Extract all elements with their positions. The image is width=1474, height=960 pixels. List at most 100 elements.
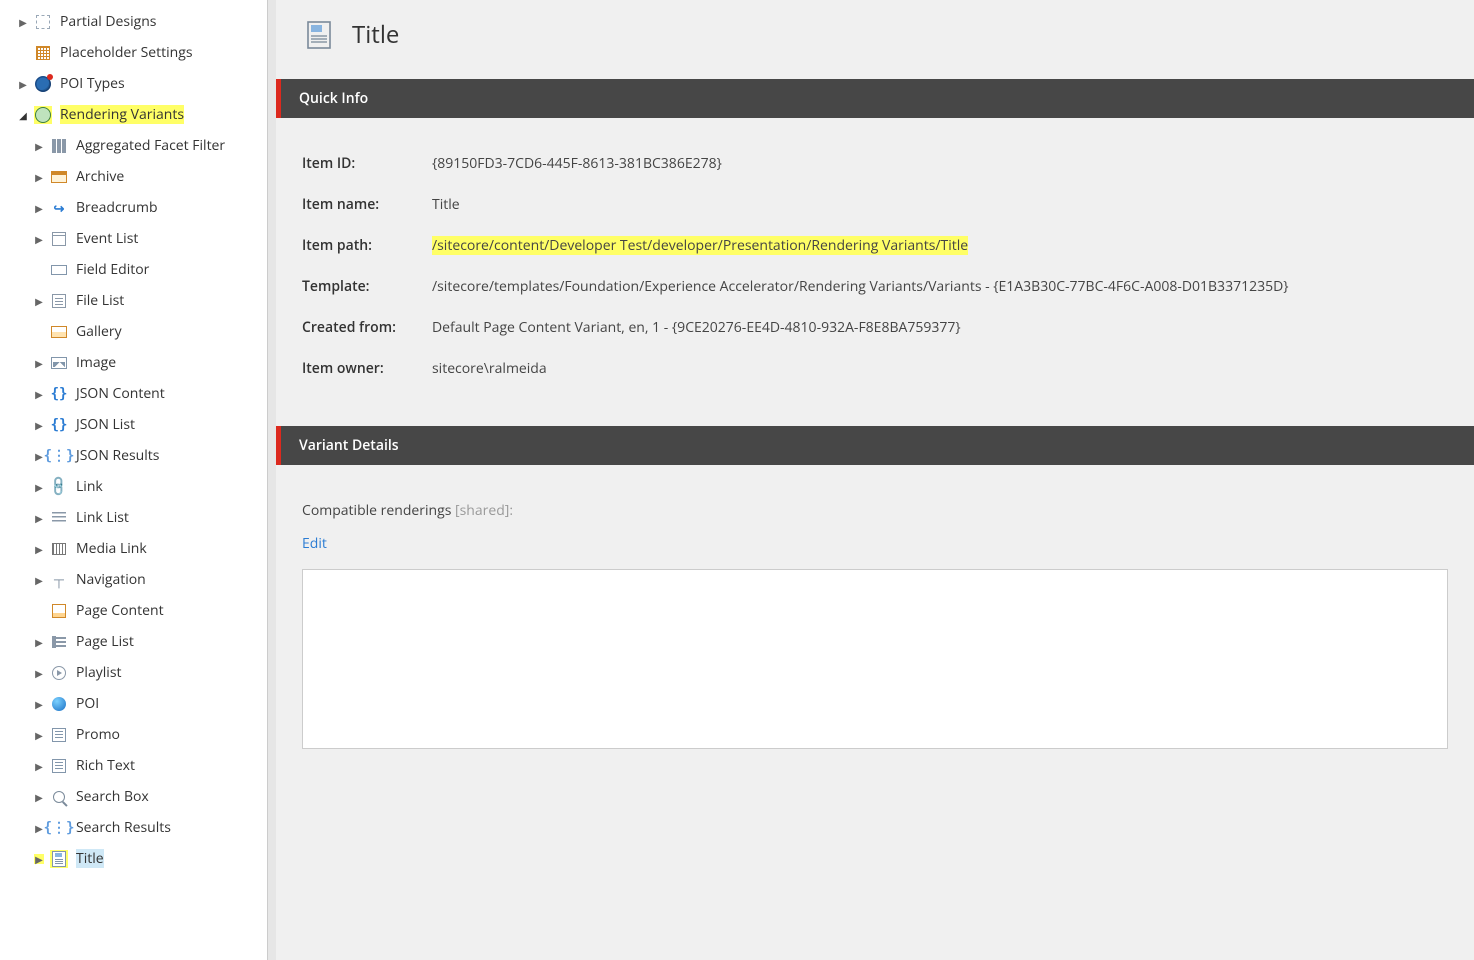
chevron-right-icon[interactable]: ▶ bbox=[34, 544, 44, 554]
tree-node[interactable]: ▶ POI Types bbox=[0, 68, 267, 99]
tree-node-label: File List bbox=[76, 291, 124, 310]
info-label: Item owner: bbox=[302, 359, 432, 378]
variant-details-body: Compatible renderings [shared]: Edit bbox=[276, 465, 1474, 775]
chevron-right-icon[interactable]: ▶ bbox=[18, 79, 28, 89]
tree-node[interactable]: ▶┬Navigation bbox=[0, 564, 267, 595]
braces-icon: {} bbox=[50, 416, 68, 434]
chevron-right-icon[interactable]: ▶ bbox=[18, 17, 28, 27]
chevron-right-icon[interactable]: ▶ bbox=[34, 203, 44, 213]
chevron-right-icon[interactable]: ▶ bbox=[34, 420, 44, 430]
info-label: Item name: bbox=[302, 195, 432, 214]
tree-node-label: Archive bbox=[76, 167, 124, 186]
item-title-bar: Title bbox=[276, 0, 1474, 79]
tree-node-label: Page List bbox=[76, 632, 134, 651]
expand-spacer bbox=[18, 48, 28, 58]
tree-node[interactable]: ▶🔗Link bbox=[0, 471, 267, 502]
info-row: Item ID:{89150FD3-7CD6-445F-8613-381BC38… bbox=[302, 154, 1448, 173]
tree-node-label: Rendering Variants bbox=[60, 105, 184, 124]
info-row: Template:/sitecore/templates/Foundation/… bbox=[302, 277, 1448, 296]
chevron-right-icon[interactable]: ▶ bbox=[34, 296, 44, 306]
tree-node-label: Search Box bbox=[76, 787, 149, 806]
chevron-right-icon[interactable]: ▶ bbox=[34, 234, 44, 244]
tree-node[interactable]: ▶Media Link bbox=[0, 533, 267, 564]
compatible-renderings-field[interactable] bbox=[302, 569, 1448, 749]
chevron-right-icon[interactable]: ▶ bbox=[34, 389, 44, 399]
info-value: Title bbox=[432, 195, 460, 214]
info-label: Created from: bbox=[302, 318, 432, 337]
info-value: sitecore\ralmeida bbox=[432, 359, 547, 378]
chevron-right-icon[interactable]: ▶ bbox=[34, 451, 44, 461]
tree-node-label: Breadcrumb bbox=[76, 198, 158, 217]
info-label: Item path: bbox=[302, 236, 432, 255]
tree-node[interactable]: ▶ Search Box bbox=[0, 781, 267, 812]
info-value: /sitecore/templates/Foundation/Experienc… bbox=[432, 277, 1289, 296]
chip-icon bbox=[34, 106, 52, 124]
chevron-right-icon[interactable]: ▶ bbox=[34, 358, 44, 368]
tree-node-label: Placeholder Settings bbox=[60, 43, 193, 62]
tree-node[interactable]: ▶Rich Text bbox=[0, 750, 267, 781]
tree-node[interactable]: ▶↪Breadcrumb bbox=[0, 192, 267, 223]
chevron-right-icon[interactable]: ▶ bbox=[34, 730, 44, 740]
chevron-right-icon[interactable]: ▶ bbox=[34, 141, 44, 151]
tree-node-label: POI Types bbox=[60, 74, 125, 93]
calendar-icon bbox=[50, 230, 68, 248]
tree-node[interactable]: ▶ Aggregated Facet Filter bbox=[0, 130, 267, 161]
info-row: Created from:Default Page Content Varian… bbox=[302, 318, 1448, 337]
tree-node[interactable]: ◢ Rendering Variants bbox=[0, 99, 267, 130]
tree-node[interactable]: ▶ Archive bbox=[0, 161, 267, 192]
tree-node-label: Partial Designs bbox=[60, 12, 156, 31]
tree-node-label: Gallery bbox=[76, 322, 122, 341]
tree-node[interactable]: ▶ Promo bbox=[0, 719, 267, 750]
info-row: Item owner:sitecore\ralmeida bbox=[302, 359, 1448, 378]
info-row: Item path:/sitecore/content/Developer Te… bbox=[302, 236, 1448, 255]
chevron-right-icon[interactable]: ▶ bbox=[34, 513, 44, 523]
tree-node-label: Page Content bbox=[76, 601, 164, 620]
chevron-right-icon[interactable]: ▶ bbox=[34, 575, 44, 585]
poi-icon bbox=[50, 695, 68, 713]
document-icon bbox=[304, 20, 334, 50]
chevron-right-icon[interactable]: ▶ bbox=[34, 637, 44, 647]
chevron-down-icon[interactable]: ◢ bbox=[18, 110, 28, 120]
tree-node[interactable]: ▶{⋮}Search Results bbox=[0, 812, 267, 843]
chevron-right-icon[interactable]: ▶ bbox=[34, 482, 44, 492]
tree-node[interactable]: ▶Title bbox=[0, 843, 267, 874]
section-header-variant-details[interactable]: Variant Details bbox=[276, 426, 1474, 465]
chevron-right-icon[interactable]: ▶ bbox=[34, 172, 44, 182]
tree-node[interactable]: ▶ Playlist bbox=[0, 657, 267, 688]
chevron-right-icon[interactable]: ▶ bbox=[34, 668, 44, 678]
tree-node[interactable]: ▶{}JSON List bbox=[0, 409, 267, 440]
film-icon bbox=[50, 540, 68, 558]
chevron-right-icon[interactable]: ▶ bbox=[34, 854, 44, 864]
tree-node-label: Search Results bbox=[76, 818, 171, 837]
tree-node-label: Link bbox=[76, 477, 103, 496]
tree-node[interactable]: ▶ Event List bbox=[0, 223, 267, 254]
edit-link[interactable]: Edit bbox=[302, 534, 327, 553]
expand-spacer bbox=[34, 265, 44, 275]
chevron-right-icon[interactable]: ▶ bbox=[34, 823, 44, 833]
info-row: Item name:Title bbox=[302, 195, 1448, 214]
tree-node[interactable]: ▶ File List bbox=[0, 285, 267, 316]
tree-node[interactable]: ▶ Page List bbox=[0, 626, 267, 657]
tree-node[interactable]: Placeholder Settings bbox=[0, 37, 267, 68]
tree-node[interactable]: ▶ Partial Designs bbox=[0, 6, 267, 37]
tree-node[interactable]: ▶{⋮}JSON Results bbox=[0, 440, 267, 471]
tree-node-label: Playlist bbox=[76, 663, 121, 682]
tree-node[interactable]: Gallery bbox=[0, 316, 267, 347]
tree-node[interactable]: Page Content bbox=[0, 595, 267, 626]
tree-node[interactable]: ▶Image bbox=[0, 347, 267, 378]
tree-node-label: Promo bbox=[76, 725, 120, 744]
promo-icon bbox=[50, 757, 68, 775]
tree-node-label: Event List bbox=[76, 229, 138, 248]
tree-node[interactable]: ▶POI bbox=[0, 688, 267, 719]
braces-icon: {} bbox=[50, 385, 68, 403]
tree-node[interactable]: Field Editor bbox=[0, 254, 267, 285]
chevron-right-icon[interactable]: ▶ bbox=[34, 792, 44, 802]
chevron-right-icon[interactable]: ▶ bbox=[34, 699, 44, 709]
tree-node[interactable]: ▶Link List bbox=[0, 502, 267, 533]
tree-node[interactable]: ▶{}JSON Content bbox=[0, 378, 267, 409]
section-header-quick-info[interactable]: Quick Info bbox=[276, 79, 1474, 118]
lines-icon bbox=[50, 509, 68, 527]
quick-info-body: Item ID:{89150FD3-7CD6-445F-8613-381BC38… bbox=[276, 118, 1474, 426]
tree-node-label: Aggregated Facet Filter bbox=[76, 136, 225, 155]
chevron-right-icon[interactable]: ▶ bbox=[34, 761, 44, 771]
